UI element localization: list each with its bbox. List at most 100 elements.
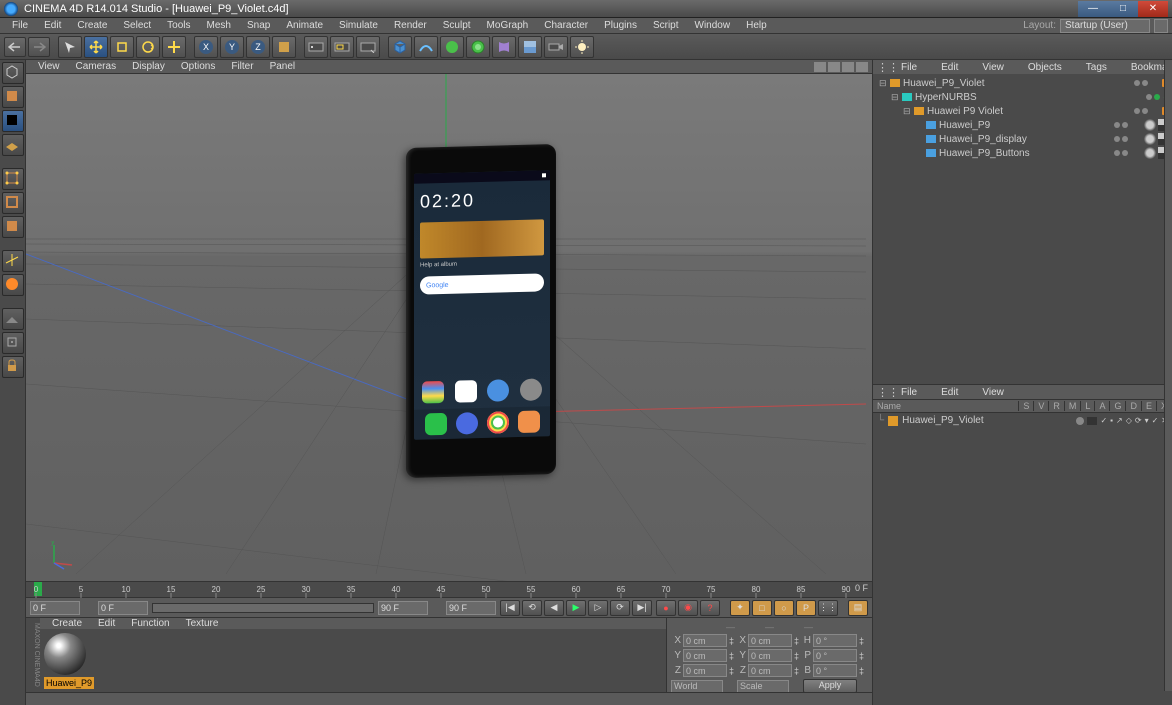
vp-menu-filter[interactable]: Filter (223, 61, 261, 72)
workplane-button[interactable] (2, 134, 24, 156)
layout-dropdown[interactable]: Startup (User) (1060, 19, 1150, 33)
attribute-list[interactable]: └ Huawei_P9_Violet ✓ ▪ ↗ ◇ ⟳ ▾ ✓ ✕ (873, 413, 1172, 705)
polygons-mode-button[interactable] (2, 216, 24, 238)
attr-menu-view[interactable]: View (974, 387, 1012, 398)
obj-menu-edit[interactable]: Edit (933, 62, 966, 73)
key-pla-button[interactable]: ⋮⋮ (818, 600, 838, 616)
menu-tools[interactable]: Tools (159, 20, 198, 31)
menu-help[interactable]: Help (738, 20, 775, 31)
rot-p-input[interactable] (813, 649, 857, 662)
vp-menu-panel[interactable]: Panel (262, 61, 304, 72)
live-select-tool[interactable] (58, 36, 82, 58)
key-pos-button[interactable]: ✦ (730, 600, 750, 616)
rot-h-input[interactable] (813, 634, 857, 647)
size-x-input[interactable] (748, 634, 792, 647)
spline-button[interactable] (414, 36, 438, 58)
pos-z-input[interactable] (683, 664, 727, 677)
attr-menu-file[interactable]: File (893, 387, 925, 398)
menu-script[interactable]: Script (645, 20, 687, 31)
tree-row[interactable]: ⊟Huawei P9 Violet (875, 104, 1170, 118)
move-tool[interactable] (84, 36, 108, 58)
tree-row[interactable]: ⊟HyperNURBS✓ (875, 90, 1170, 104)
edges-mode-button[interactable] (2, 192, 24, 214)
axis-x-button[interactable]: X (194, 36, 218, 58)
menu-window[interactable]: Window (687, 20, 739, 31)
mat-menu-edit[interactable]: Edit (90, 618, 123, 629)
apply-button[interactable]: Apply (803, 679, 857, 693)
modeling-button[interactable] (466, 36, 490, 58)
vp-menu-display[interactable]: Display (124, 61, 173, 72)
menu-plugins[interactable]: Plugins (596, 20, 645, 31)
keyframe-sel-button[interactable]: ? (700, 600, 720, 616)
object-manager-tree[interactable]: ⊟Huawei_P9_Violet⊟HyperNURBS✓⊟Huawei P9 … (873, 74, 1172, 384)
record-button[interactable]: ● (656, 600, 676, 616)
render-settings-button[interactable] (356, 36, 380, 58)
menu-render[interactable]: Render (386, 20, 435, 31)
step-back-button[interactable]: ◀ (544, 600, 564, 616)
light-button[interactable] (570, 36, 594, 58)
render-region-button[interactable] (330, 36, 354, 58)
end-frame-input[interactable] (446, 601, 496, 615)
layer-color-icon[interactable] (888, 416, 898, 426)
menu-sculpt[interactable]: Sculpt (435, 20, 479, 31)
menu-character[interactable]: Character (536, 20, 596, 31)
attr-vis-icon[interactable] (1087, 417, 1097, 425)
vp-menu-options[interactable]: Options (173, 61, 223, 72)
mat-menu-function[interactable]: Function (123, 618, 177, 629)
axis-mode-button[interactable] (2, 250, 24, 272)
make-editable-button[interactable] (2, 62, 24, 84)
primitive-cube-button[interactable] (388, 36, 412, 58)
obj-menu-view[interactable]: View (974, 62, 1012, 73)
axis-z-button[interactable]: Z (246, 36, 270, 58)
snap-button[interactable] (2, 332, 24, 354)
axis-y-button[interactable]: Y (220, 36, 244, 58)
vp-menu-cameras[interactable]: Cameras (68, 61, 125, 72)
camera-button[interactable] (544, 36, 568, 58)
obj-menu-objects[interactable]: Objects (1020, 62, 1070, 73)
next-key-button[interactable]: ⟳ (610, 600, 630, 616)
timeline-ruler[interactable]: 051015202530354045505560657075808590 0 F (26, 581, 872, 597)
goto-start-button[interactable]: |◀ (500, 600, 520, 616)
pos-x-input[interactable] (683, 634, 727, 647)
menu-select[interactable]: Select (115, 20, 159, 31)
tree-row[interactable]: Huawei_P9_display (875, 132, 1170, 146)
menu-mesh[interactable]: Mesh (199, 20, 239, 31)
points-mode-button[interactable] (2, 168, 24, 190)
deformer-button[interactable] (492, 36, 516, 58)
minimize-button[interactable]: — (1078, 1, 1108, 17)
menu-simulate[interactable]: Simulate (331, 20, 386, 31)
model-mode-button[interactable] (2, 86, 24, 108)
render-view-button[interactable] (304, 36, 328, 58)
obj-menu-file[interactable]: File (893, 62, 925, 73)
key-rot-button[interactable]: ○ (774, 600, 794, 616)
locked-workplane-button[interactable] (2, 356, 24, 378)
recent-tool[interactable] (162, 36, 186, 58)
scale-dropdown[interactable]: Scale (737, 680, 789, 693)
size-z-input[interactable] (748, 664, 792, 677)
obj-menu-tags[interactable]: Tags (1078, 62, 1115, 73)
world-dropdown[interactable]: World (671, 680, 723, 693)
current-frame-input[interactable] (30, 601, 80, 615)
step-forward-button[interactable]: ▷ (588, 600, 608, 616)
tree-row[interactable]: Huawei_P9_Buttons (875, 146, 1170, 160)
range-start-input[interactable] (98, 601, 148, 615)
environment-button[interactable] (518, 36, 542, 58)
pos-y-input[interactable] (683, 649, 727, 662)
nurbs-button[interactable] (440, 36, 464, 58)
menu-create[interactable]: Create (69, 20, 115, 31)
mat-menu-create[interactable]: Create (44, 618, 90, 629)
range-end-input[interactable] (378, 601, 428, 615)
mat-menu-texture[interactable]: Texture (178, 618, 227, 629)
material-thumbnail[interactable]: Huawei_P9 (44, 633, 94, 689)
vp-menu-view[interactable]: View (30, 61, 68, 72)
perspective-viewport[interactable]: Perspective (26, 74, 872, 581)
prev-key-button[interactable]: ⟲ (522, 600, 542, 616)
undo-button[interactable] (4, 37, 26, 57)
tweak-button[interactable] (2, 308, 24, 330)
tree-row[interactable]: Huawei_P9 (875, 118, 1170, 132)
coord-system-button[interactable] (272, 36, 296, 58)
tree-row[interactable]: ⊟Huawei_P9_Violet (875, 76, 1170, 90)
attr-solo-icon[interactable] (1076, 417, 1084, 425)
vp-nav-zoom-icon[interactable] (828, 62, 840, 72)
soft-select-button[interactable] (2, 274, 24, 296)
